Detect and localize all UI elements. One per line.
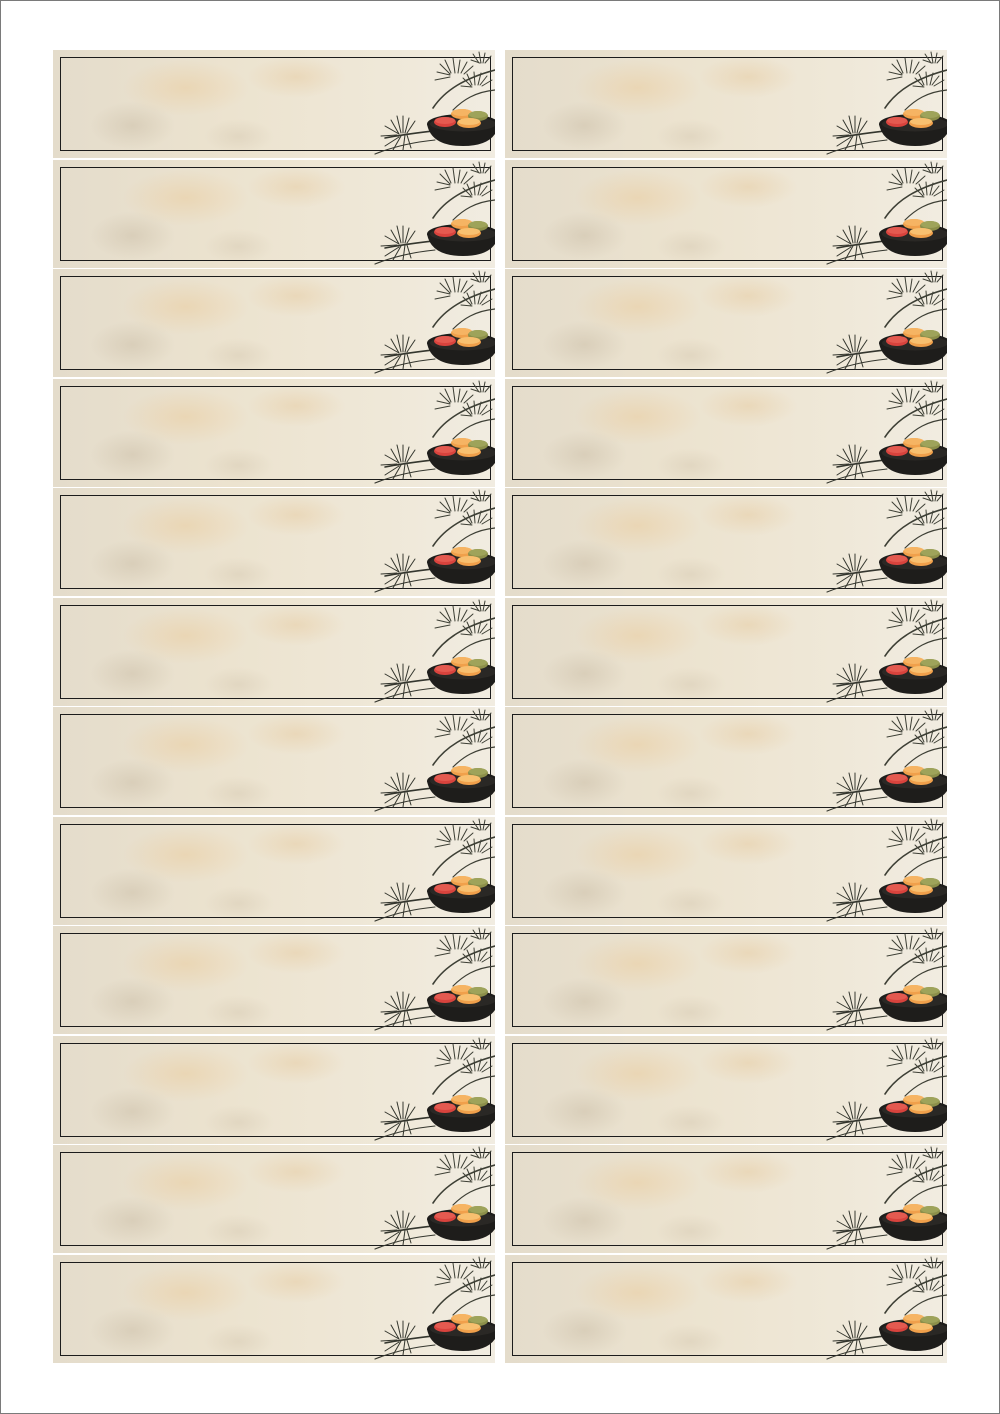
pine-branch-and-sweets-bowl-icon <box>374 1256 495 1360</box>
address-label[interactable] <box>505 378 947 487</box>
pine-branch-and-sweets-bowl-icon <box>826 270 947 374</box>
pine-branch-and-sweets-bowl-icon <box>374 818 495 922</box>
label-grid <box>53 50 947 1363</box>
address-label[interactable] <box>505 1254 947 1363</box>
pine-branch-and-sweets-bowl-icon <box>374 489 495 593</box>
address-label[interactable] <box>505 50 947 158</box>
address-label[interactable] <box>505 597 947 706</box>
address-label[interactable] <box>53 597 495 706</box>
address-label[interactable] <box>505 816 947 925</box>
address-label[interactable] <box>505 707 947 815</box>
pine-branch-and-sweets-bowl-icon <box>826 1256 947 1360</box>
address-label[interactable] <box>53 816 495 925</box>
address-label[interactable] <box>505 1035 947 1144</box>
pine-branch-and-sweets-bowl-icon <box>374 927 495 1031</box>
label-sheet-page <box>0 0 1000 1414</box>
pine-branch-and-sweets-bowl-icon <box>826 818 947 922</box>
address-label[interactable] <box>53 1035 495 1144</box>
address-label[interactable] <box>505 159 947 268</box>
address-label[interactable] <box>53 378 495 487</box>
pine-branch-and-sweets-bowl-icon <box>374 380 495 484</box>
pine-branch-and-sweets-bowl-icon <box>826 708 947 812</box>
pine-branch-and-sweets-bowl-icon <box>826 1146 947 1250</box>
address-label[interactable] <box>53 50 495 158</box>
address-label[interactable] <box>505 488 947 596</box>
address-label[interactable] <box>505 1145 947 1253</box>
pine-branch-and-sweets-bowl-icon <box>826 599 947 703</box>
pine-branch-and-sweets-bowl-icon <box>374 270 495 374</box>
pine-branch-and-sweets-bowl-icon <box>374 599 495 703</box>
pine-branch-and-sweets-bowl-icon <box>826 51 947 155</box>
address-label[interactable] <box>53 926 495 1034</box>
address-label[interactable] <box>53 488 495 596</box>
pine-branch-and-sweets-bowl-icon <box>826 927 947 1031</box>
pine-branch-and-sweets-bowl-icon <box>374 708 495 812</box>
pine-branch-and-sweets-bowl-icon <box>826 380 947 484</box>
pine-branch-and-sweets-bowl-icon <box>374 51 495 155</box>
address-label[interactable] <box>53 159 495 268</box>
address-label[interactable] <box>53 707 495 815</box>
address-label[interactable] <box>53 1145 495 1253</box>
address-label[interactable] <box>505 926 947 1034</box>
address-label[interactable] <box>505 269 947 377</box>
pine-branch-and-sweets-bowl-icon <box>374 161 495 265</box>
address-label[interactable] <box>53 269 495 377</box>
pine-branch-and-sweets-bowl-icon <box>826 489 947 593</box>
address-label[interactable] <box>53 1254 495 1363</box>
pine-branch-and-sweets-bowl-icon <box>374 1037 495 1141</box>
pine-branch-and-sweets-bowl-icon <box>826 161 947 265</box>
pine-branch-and-sweets-bowl-icon <box>826 1037 947 1141</box>
pine-branch-and-sweets-bowl-icon <box>374 1146 495 1250</box>
